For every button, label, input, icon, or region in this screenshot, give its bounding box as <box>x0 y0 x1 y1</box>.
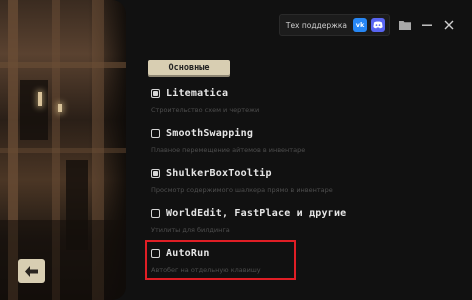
checkbox-checked[interactable] <box>151 89 160 98</box>
support-panel: Тех поддержка vk <box>278 14 390 36</box>
checkbox-checked[interactable] <box>151 169 160 178</box>
mod-description: Утилиты для билдинга <box>151 226 230 234</box>
mod-name: WorldEdit, FastPlace и другие <box>166 208 347 219</box>
folder-icon[interactable] <box>398 18 412 32</box>
highlight-box <box>145 240 296 280</box>
checkbox-unchecked[interactable] <box>151 209 160 218</box>
back-button[interactable] <box>18 259 45 283</box>
mod-toggle[interactable]: SmoothSwapping <box>151 128 451 139</box>
mod-item-smoothswapping: SmoothSwapping Плавное перемещение айтем… <box>151 128 451 154</box>
support-label: Тех поддержка <box>285 20 347 30</box>
mod-description: Плавное перемещение айтемов в инвентаре <box>151 146 306 154</box>
background-artwork <box>0 0 126 300</box>
vk-icon[interactable]: vk <box>353 18 367 32</box>
mod-toggle[interactable]: ShulkerBoxTooltip <box>151 168 451 179</box>
mod-description: Строительство схем и чертежи <box>151 106 260 114</box>
mod-toggle[interactable]: Litematica <box>151 88 451 99</box>
minimize-icon[interactable] <box>420 18 434 32</box>
mod-item-shulkerboxtooltip: ShulkerBoxTooltip Просмотр содержимого ш… <box>151 168 451 194</box>
mod-toggle[interactable]: WorldEdit, FastPlace и другие <box>151 208 451 219</box>
mod-name: SmoothSwapping <box>166 128 254 139</box>
mod-name: ShulkerBoxTooltip <box>166 168 272 179</box>
discord-icon[interactable] <box>371 18 385 32</box>
arrow-left-icon <box>25 265 38 277</box>
checkbox-unchecked[interactable] <box>151 129 160 138</box>
mod-item-worldedit: WorldEdit, FastPlace и другие Утилиты дл… <box>151 208 451 234</box>
mod-name: Litematica <box>166 88 229 99</box>
section-title: Основные <box>148 60 230 75</box>
mod-item-litematica: Litematica Строительство схем и чертежи <box>151 88 451 114</box>
launcher-window: Тех поддержка vk Основные Litematica Стр… <box>0 0 472 300</box>
title-bar: Тех поддержка vk <box>278 14 456 36</box>
mod-description: Просмотр содержимого шалкера прямо в инв… <box>151 186 333 194</box>
close-icon[interactable] <box>442 18 456 32</box>
